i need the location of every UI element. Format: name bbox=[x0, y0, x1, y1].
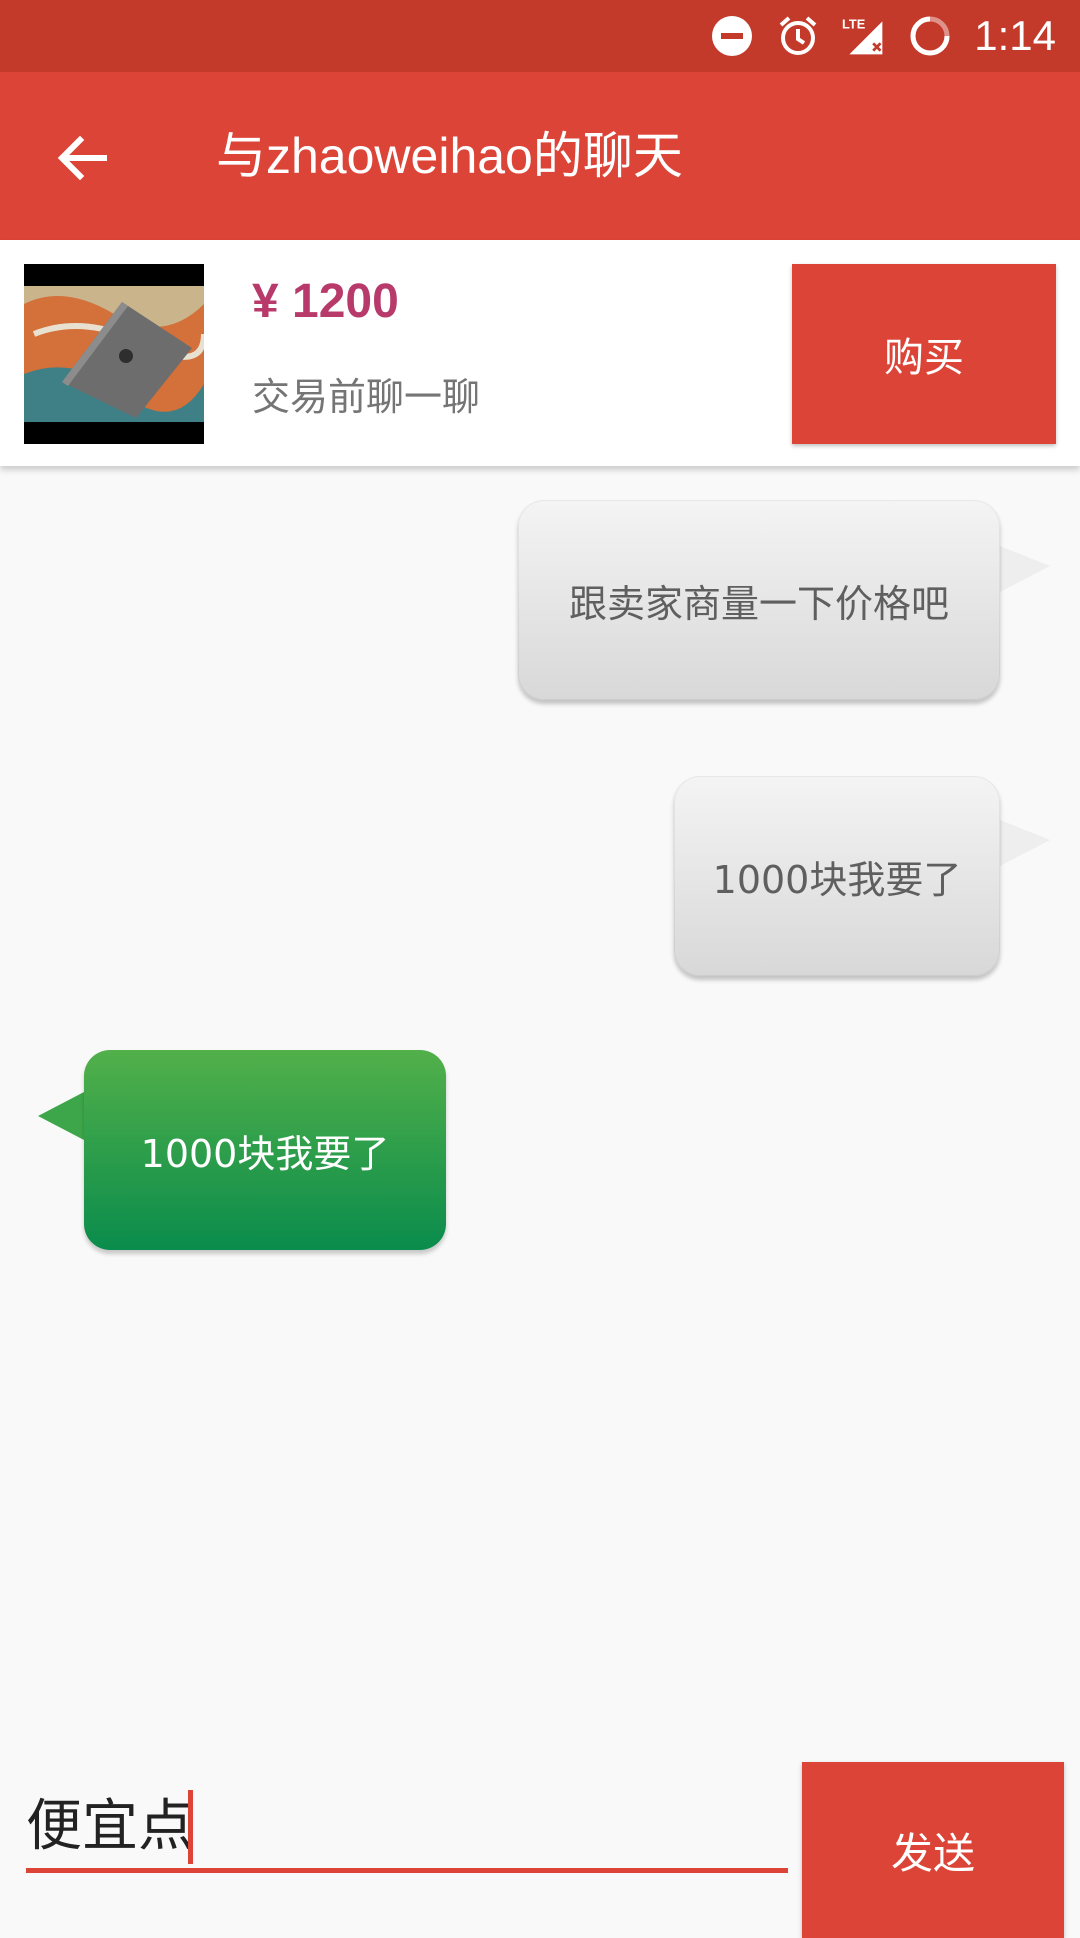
text-cursor bbox=[188, 1790, 193, 1864]
product-price: ¥ 1200 bbox=[252, 275, 399, 328]
product-card: ¥ 1200 交易前聊一聊 购买 bbox=[0, 240, 1080, 466]
svg-text:LTE: LTE bbox=[842, 17, 866, 32]
back-button[interactable] bbox=[40, 116, 124, 200]
chat-bubble-outgoing: 跟卖家商量一下价格吧 bbox=[518, 500, 1000, 700]
page-title: 与zhaoweihao的聊天 bbox=[216, 128, 683, 184]
app-bar: 与zhaoweihao的聊天 bbox=[0, 72, 1080, 240]
chat-bubble-outgoing: 1000块我要了 bbox=[674, 776, 1000, 976]
status-bar: LTE 1:14 bbox=[0, 0, 1080, 72]
battery-icon bbox=[908, 14, 952, 58]
message-text: 1000块我要了 bbox=[712, 857, 962, 902]
message-text: 跟卖家商量一下价格吧 bbox=[568, 581, 949, 626]
input-underline bbox=[26, 1868, 788, 1873]
bubble-tail bbox=[1000, 546, 1050, 592]
product-thumbnail[interactable] bbox=[24, 264, 204, 444]
chat-bubble-incoming: 1000块我要了 bbox=[84, 1050, 446, 1250]
status-icons: LTE 1:14 bbox=[710, 0, 1056, 72]
message-input[interactable] bbox=[26, 1776, 786, 1866]
arrow-left-icon bbox=[57, 135, 107, 181]
message-text: 1000块我要了 bbox=[140, 1131, 390, 1176]
bubble-tail bbox=[38, 1092, 84, 1140]
product-subtitle: 交易前聊一聊 bbox=[252, 375, 481, 419]
status-time: 1:14 bbox=[974, 12, 1056, 59]
do-not-disturb-icon bbox=[710, 14, 754, 58]
buy-button[interactable]: 购买 bbox=[792, 264, 1056, 444]
bubble-tail bbox=[1000, 820, 1050, 866]
lte-signal-icon: LTE bbox=[842, 14, 886, 58]
alarm-icon bbox=[776, 14, 820, 58]
send-button[interactable]: 发送 bbox=[802, 1762, 1064, 1938]
